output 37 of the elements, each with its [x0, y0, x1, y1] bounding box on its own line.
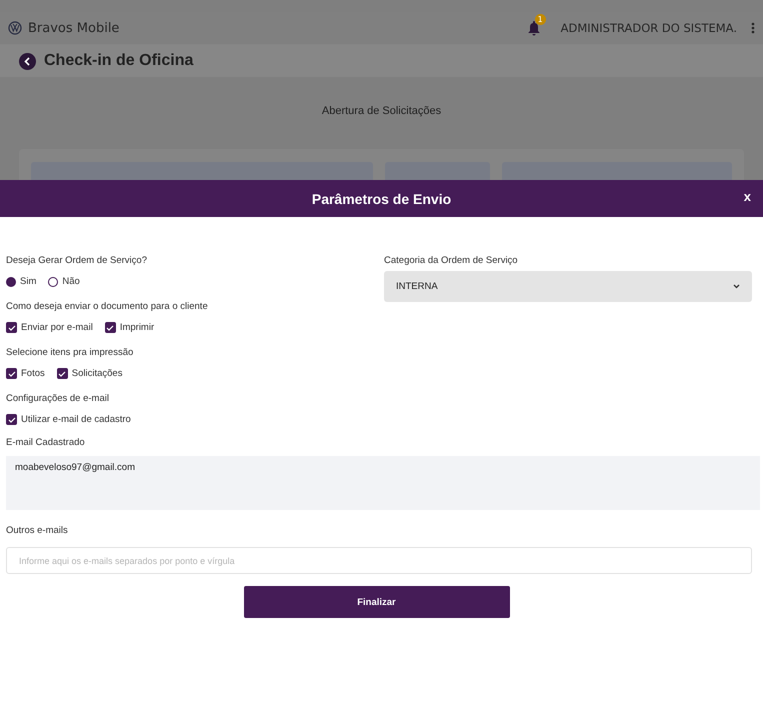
option-label[interactable]: Sim: [20, 276, 36, 287]
more-icon[interactable]: [751, 22, 755, 34]
field-label: Categoria da Ordem de Serviço: [384, 255, 519, 266]
option-label[interactable]: Solicitações: [72, 368, 122, 379]
chevron-down-icon: [733, 284, 740, 289]
checkbox[interactable]: [6, 368, 17, 379]
close-button[interactable]: x: [744, 189, 751, 204]
checkbox[interactable]: [56, 368, 68, 379]
back-icon[interactable]: [19, 52, 36, 70]
section-title: Abertura de Solicitações: [322, 105, 442, 117]
radio-button[interactable]: [6, 276, 16, 286]
dialog-title: Parâmetros de Envio: [312, 190, 452, 206]
option-label[interactable]: Imprimir: [120, 322, 154, 333]
email-field[interactable]: moabeveloso97@gmail.com: [6, 456, 760, 510]
user-name[interactable]: ADMINISTRADOR DO SISTEMA.: [560, 21, 737, 35]
option-label[interactable]: Enviar por e-mail: [21, 322, 93, 333]
field-label: Deseja Gerar Ordem de Serviço?: [6, 255, 148, 266]
page-title: Check-in de Oficina: [44, 52, 194, 70]
field-label: Como deseja enviar o documento para o cliente: [6, 301, 209, 312]
field-label: E-mail Cadastrado: [6, 437, 86, 448]
bell-icon[interactable]: [526, 20, 541, 36]
app-name: Bravos Mobile: [28, 20, 120, 36]
notification-badge: 1: [534, 14, 546, 25]
submit-button[interactable]: Finalizar: [244, 586, 510, 618]
logo-icon: [8, 21, 22, 35]
checkbox[interactable]: [6, 414, 17, 425]
category-select[interactable]: INTERNA: [384, 271, 752, 302]
checkbox[interactable]: [6, 322, 17, 333]
field-label: Selecione itens pra impressão: [6, 347, 134, 358]
option-label[interactable]: Não: [62, 276, 80, 287]
checkbox[interactable]: [104, 322, 116, 333]
input-field[interactable]: Informe aqui os e-mails separados por ponto e vírgula: [6, 547, 752, 574]
option-label[interactable]: Fotos: [21, 368, 45, 379]
option-label[interactable]: Utilizar e-mail de cadastro: [21, 414, 131, 425]
radio-button[interactable]: [48, 276, 58, 286]
field-label: Configurações de e-mail: [6, 393, 110, 404]
field-label: Outros e-mails: [6, 525, 69, 536]
